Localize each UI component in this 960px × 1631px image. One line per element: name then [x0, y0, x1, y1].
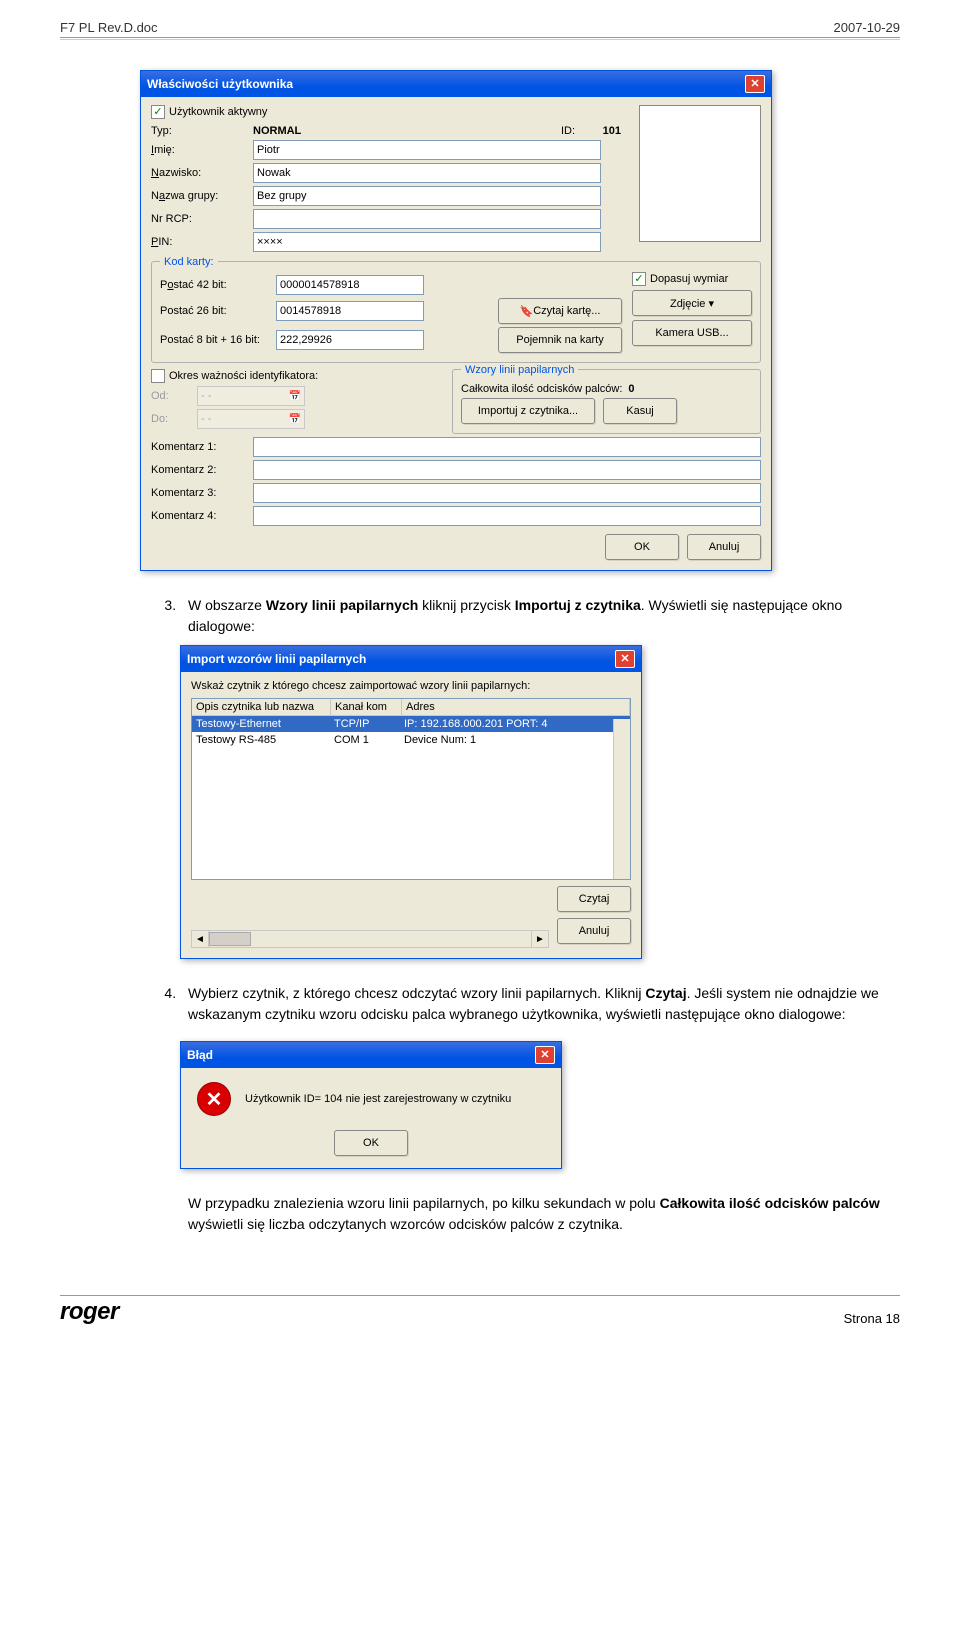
scroll-right-icon[interactable]: ► — [531, 931, 548, 947]
c816-input[interactable]: 222,29926 — [276, 330, 424, 350]
clear-fp-button[interactable]: Kasuj — [603, 398, 677, 424]
fname-label: Imię: — [151, 144, 247, 156]
doc-date: 2007-10-29 — [834, 20, 901, 35]
fname-input[interactable]: Piotr — [253, 140, 601, 160]
id-value: 101 — [581, 125, 621, 137]
fp-total-label: Całkowita ilość odcisków palców: — [461, 383, 622, 395]
rcp-label: Nr RCP: — [151, 213, 247, 225]
error-title: Błąd — [187, 1048, 213, 1062]
user-properties-dialog: Właściwości użytkownika ✕ ✓ Użytkownik a… — [140, 70, 772, 571]
error-dialog: Błąd ✕ ✕ Użytkownik ID= 104 nie jest zar… — [180, 1041, 562, 1169]
active-checkbox[interactable]: ✓ — [151, 105, 165, 119]
read-button[interactable]: Czytaj — [557, 886, 631, 912]
lname-label: Nazwisko: — [151, 167, 247, 179]
doc-name: F7 PL Rev.D.doc — [60, 20, 158, 35]
ok-button[interactable]: OK — [605, 534, 679, 560]
vertical-scrollbar[interactable] — [613, 719, 630, 879]
error-icon: ✕ — [197, 1082, 231, 1116]
scroll-thumb[interactable] — [209, 932, 251, 946]
comment2-label: Komentarz 2: — [151, 464, 247, 476]
group-input[interactable]: Bez grupy — [253, 186, 601, 206]
from-label: Od: — [151, 390, 191, 402]
type-value: NORMAL — [253, 125, 403, 137]
comment1-label: Komentarz 1: — [151, 441, 247, 453]
comment4-label: Komentarz 4: — [151, 510, 247, 522]
lname-input[interactable]: Nowak — [253, 163, 601, 183]
comment1-input[interactable] — [253, 437, 761, 457]
list-row-selected[interactable]: Testowy-Ethernet TCP/IP IP: 192.168.000.… — [192, 716, 630, 732]
to-label: Do: — [151, 413, 191, 425]
type-label: Typ: — [151, 125, 247, 137]
card-container-button[interactable]: Pojemnik na karty — [498, 327, 622, 353]
fit-checkbox[interactable]: ✓ — [632, 272, 646, 286]
comment4-input[interactable] — [253, 506, 761, 526]
import-hint: Wskaż czytnik z którego chcesz zaimporto… — [191, 680, 631, 692]
group-label: Nazwa grupy: — [151, 190, 247, 202]
fp-group-title: Wzory linii papilarnych — [461, 364, 578, 376]
comment3-label: Komentarz 3: — [151, 487, 247, 499]
photo-preview — [639, 105, 761, 242]
close-icon[interactable]: ✕ — [745, 75, 765, 93]
card-group-title: Kod karty: — [160, 256, 218, 268]
comment3-input[interactable] — [253, 483, 761, 503]
step-4: Wybierz czytnik, z którego chcesz odczyt… — [180, 983, 900, 1025]
reader-list[interactable]: Opis czytnika lub nazwa Kanał kom Adres … — [191, 698, 631, 880]
fit-label: Dopasuj wymiar — [650, 273, 728, 285]
import-title: Import wzorów linii papilarnych — [187, 652, 366, 666]
validity-checkbox[interactable] — [151, 369, 165, 383]
usb-camera-button[interactable]: Kamera USB... — [632, 320, 752, 346]
id-label: ID: — [561, 125, 575, 137]
calendar-icon: 📅 — [289, 391, 301, 402]
step-3: W obszarze Wzory linii papilarnych klikn… — [180, 595, 900, 637]
scroll-left-icon[interactable]: ◄ — [192, 931, 209, 947]
rcp-input[interactable] — [253, 209, 601, 229]
validity-label: Okres ważności identyfikatora: — [169, 370, 318, 382]
col-name[interactable]: Opis czytnika lub nazwa — [192, 699, 331, 715]
import-fp-button[interactable]: Importuj z czytnika... — [461, 398, 595, 424]
close-icon[interactable]: ✕ — [535, 1046, 555, 1064]
tail-paragraph: W przypadku znalezienia wzoru linii papi… — [188, 1193, 900, 1235]
pin-input[interactable]: ×××× — [253, 232, 601, 252]
fp-count: 0 — [628, 383, 634, 395]
page-number: Strona 18 — [844, 1311, 900, 1326]
import-dialog: Import wzorów linii papilarnych ✕ Wskaż … — [180, 645, 642, 959]
to-date: - -📅 — [197, 409, 305, 429]
ok-button[interactable]: OK — [334, 1130, 408, 1156]
close-icon[interactable]: ✕ — [615, 650, 635, 668]
c26-label: Postać 26 bit: — [160, 305, 270, 317]
c816-label: Postać 8 bit + 16 bit: — [160, 334, 270, 346]
c26-input[interactable]: 0014578918 — [276, 301, 424, 321]
col-address[interactable]: Adres — [402, 699, 630, 715]
list-row[interactable]: Testowy RS-485 COM 1 Device Num: 1 — [192, 732, 630, 748]
cancel-button[interactable]: Anuluj — [557, 918, 631, 944]
read-card-button[interactable]: 🔖 Czytaj kartę... — [498, 298, 622, 324]
active-label: Użytkownik aktywny — [169, 106, 267, 118]
error-message: Użytkownik ID= 104 nie jest zarejestrowa… — [245, 1093, 511, 1105]
horizontal-scrollbar[interactable]: ◄ ► — [191, 930, 549, 948]
comment2-input[interactable] — [253, 460, 761, 480]
brand-logo: roger — [60, 1298, 119, 1326]
cancel-button[interactable]: Anuluj — [687, 534, 761, 560]
pin-label: PIN: — [151, 236, 247, 248]
c42-input[interactable]: 0000014578918 — [276, 275, 424, 295]
calendar-icon: 📅 — [289, 414, 301, 425]
from-date: - -📅 — [197, 386, 305, 406]
col-channel[interactable]: Kanał kom — [331, 699, 402, 715]
photo-button[interactable]: Zdjęcie ▾ — [632, 290, 752, 316]
c42-label: Postać 42 bit: — [160, 279, 270, 291]
dialog-title: Właściwości użytkownika — [147, 77, 293, 91]
